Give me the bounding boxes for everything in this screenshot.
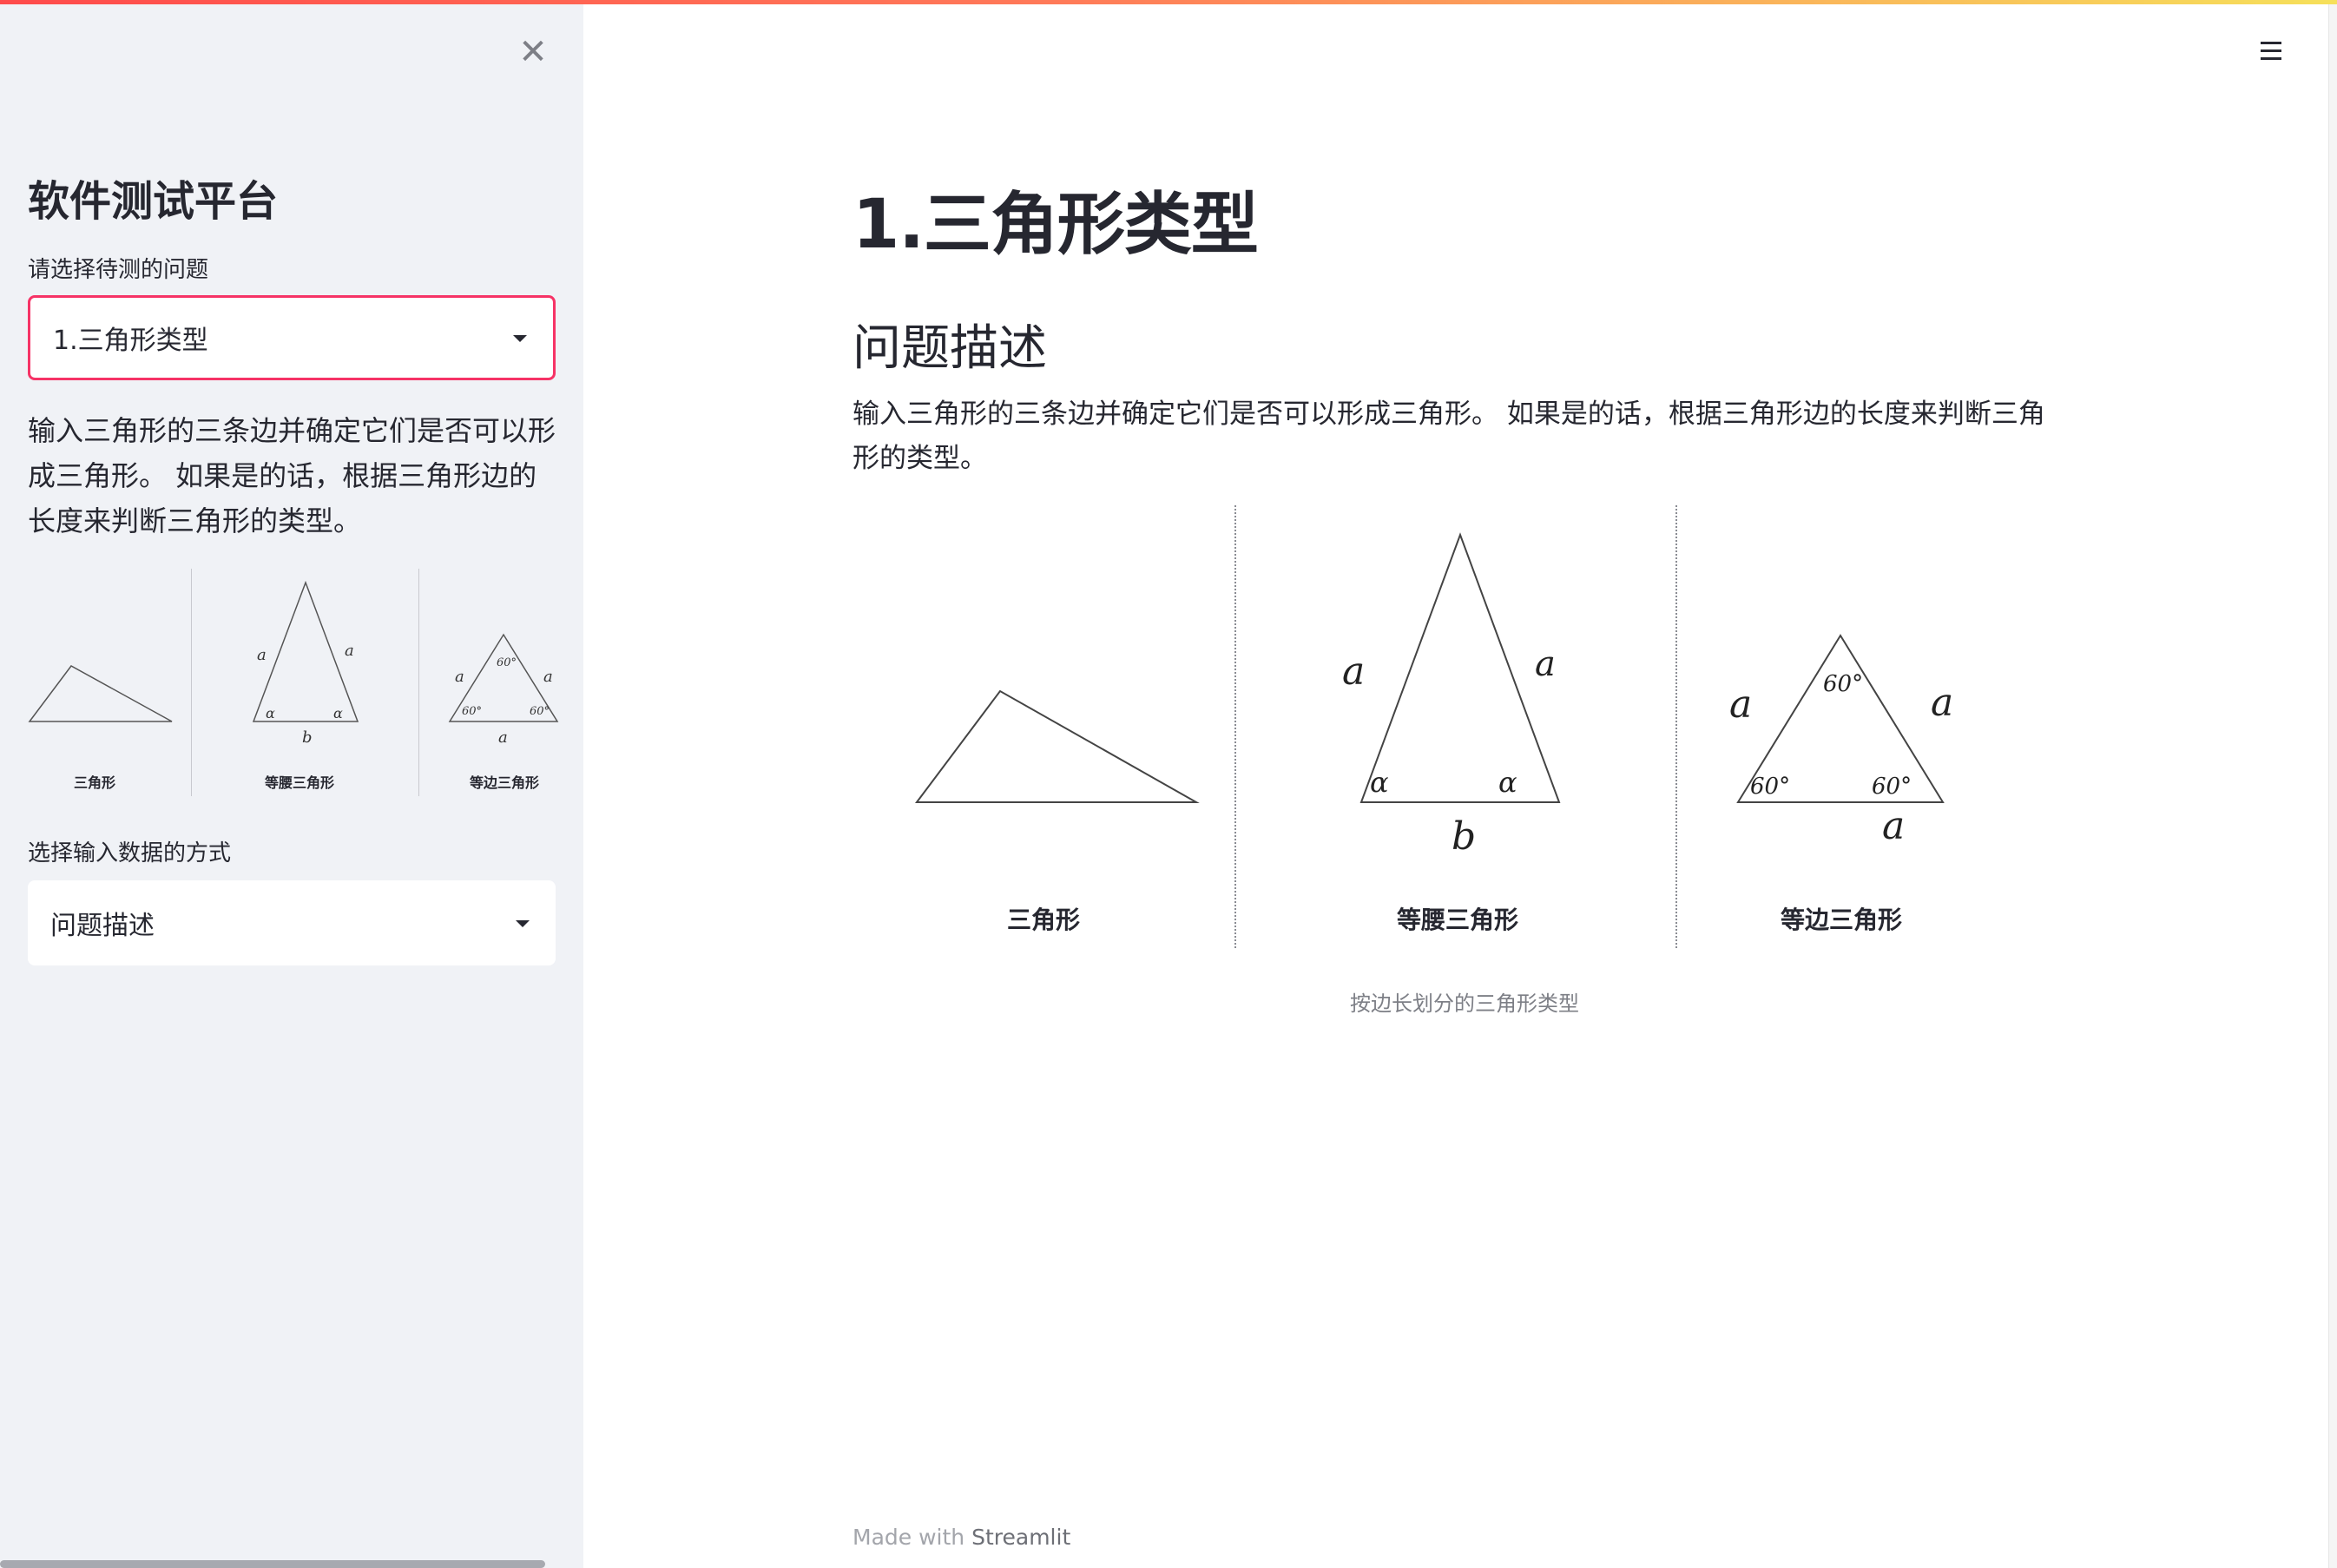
hamburger-menu-icon[interactable] <box>2254 33 2288 68</box>
equi-label-angle-top: 60° <box>1823 671 1863 697</box>
equilateral-triangle-thumbnail: a a 60° 60° 60° a <box>448 633 559 747</box>
svg-text:60°: 60° <box>497 656 517 669</box>
sidebar-triangle-images: 三角形 a a α α b 等腰三角形 a a 60° 60° 60° a 等边… <box>28 569 559 796</box>
sidebar-title: 软件测试平台 <box>28 177 279 226</box>
isosceles-triangle-image: a a α α b <box>1342 532 1561 859</box>
svg-text:60°: 60° <box>462 705 482 718</box>
figure-caption: 按边长划分的三角形类型 <box>1350 992 1579 1016</box>
equi-label-a-left: a <box>1729 682 1752 727</box>
figure-caption-equilateral: 等边三角形 <box>1780 906 1902 934</box>
streamlit-link[interactable]: Streamlit <box>971 1525 1070 1550</box>
sidebar: ✕ 软件测试平台 请选择待测的问题 1.三角形类型 输入三角形的三条边并确定它们… <box>0 0 583 1568</box>
svg-text:a: a <box>543 668 553 686</box>
equi-label-a-bottom: a <box>1882 804 1905 848</box>
figure-caption-scalene: 三角形 <box>1006 906 1080 934</box>
main-vertical-scrollbar[interactable] <box>2328 0 2337 1568</box>
figure-caption-isosceles: 等腰三角形 <box>1396 906 1518 934</box>
thumb-caption-equilateral: 等边三角形 <box>469 774 539 791</box>
equi-label-angle-right: 60° <box>1872 774 1912 800</box>
svg-text:α: α <box>333 705 343 721</box>
iso-label-alpha-left: α <box>1370 766 1389 799</box>
problem-select-value: 1.三角形类型 <box>53 326 208 356</box>
page-title: 1.三角形类型 <box>853 186 1259 264</box>
app-root: ✕ 软件测试平台 请选择待测的问题 1.三角形类型 输入三角形的三条边并确定它们… <box>0 0 2337 1568</box>
figure-divider <box>1675 505 1677 948</box>
problem-select[interactable]: 1.三角形类型 <box>28 295 556 380</box>
equi-label-angle-left: 60° <box>1750 774 1790 800</box>
triangle-types-figure: 三角形 a a α α b 等腰三角形 a a a 60° 60° 60° 等边… <box>853 505 2077 948</box>
thumb-caption-isosceles: 等腰三角形 <box>264 774 334 791</box>
scalene-triangle-thumbnail <box>28 665 173 722</box>
close-icon[interactable]: ✕ <box>512 31 554 73</box>
problem-description: 输入三角形的三条边并确定它们是否可以形成三角形。 如果是的话，根据三角形边的长度… <box>853 399 2045 474</box>
iso-label-b: b <box>1452 814 1476 859</box>
isosceles-triangle-thumbnail: a a α α b <box>252 580 359 747</box>
svg-text:a: a <box>345 642 354 660</box>
footer-made-with: Made with <box>853 1525 965 1550</box>
chevron-down-icon <box>516 920 530 927</box>
thumb-divider <box>418 569 419 796</box>
svg-text:a: a <box>498 728 508 747</box>
equilateral-triangle-image: a a a 60° 60° 60° <box>1729 634 1953 848</box>
svg-text:a: a <box>455 668 464 686</box>
svg-text:α: α <box>266 705 275 721</box>
iso-label-a-left: a <box>1342 649 1365 694</box>
thumb-divider <box>191 569 192 796</box>
sidebar-horizontal-scrollbar[interactable] <box>0 1560 545 1568</box>
thumb-caption-scalene: 三角形 <box>73 774 115 791</box>
header-decoration-bar <box>0 0 2337 4</box>
svg-text:60°: 60° <box>530 705 550 718</box>
chevron-down-icon <box>513 335 527 342</box>
svg-text:b: b <box>302 728 313 747</box>
input-method-value: 问题描述 <box>50 911 155 941</box>
section-heading: 问题描述 <box>853 320 1047 377</box>
problem-select-label: 请选择待测的问题 <box>28 257 209 283</box>
iso-label-alpha-right: α <box>1498 766 1517 799</box>
input-method-label: 选择输入数据的方式 <box>28 840 232 866</box>
iso-thumb-label: a <box>257 646 267 664</box>
equi-label-a-right: a <box>1931 681 1953 725</box>
scalene-triangle-image <box>915 689 1200 803</box>
input-method-select[interactable]: 问题描述 <box>28 880 556 965</box>
footer: Made with Streamlit <box>853 1525 1070 1550</box>
iso-label-a-right: a <box>1535 644 1556 684</box>
sidebar-description: 输入三角形的三条边并确定它们是否可以形成三角形。 如果是的话，根据三角形边的长度… <box>28 414 556 537</box>
figure-divider <box>1234 505 1236 948</box>
